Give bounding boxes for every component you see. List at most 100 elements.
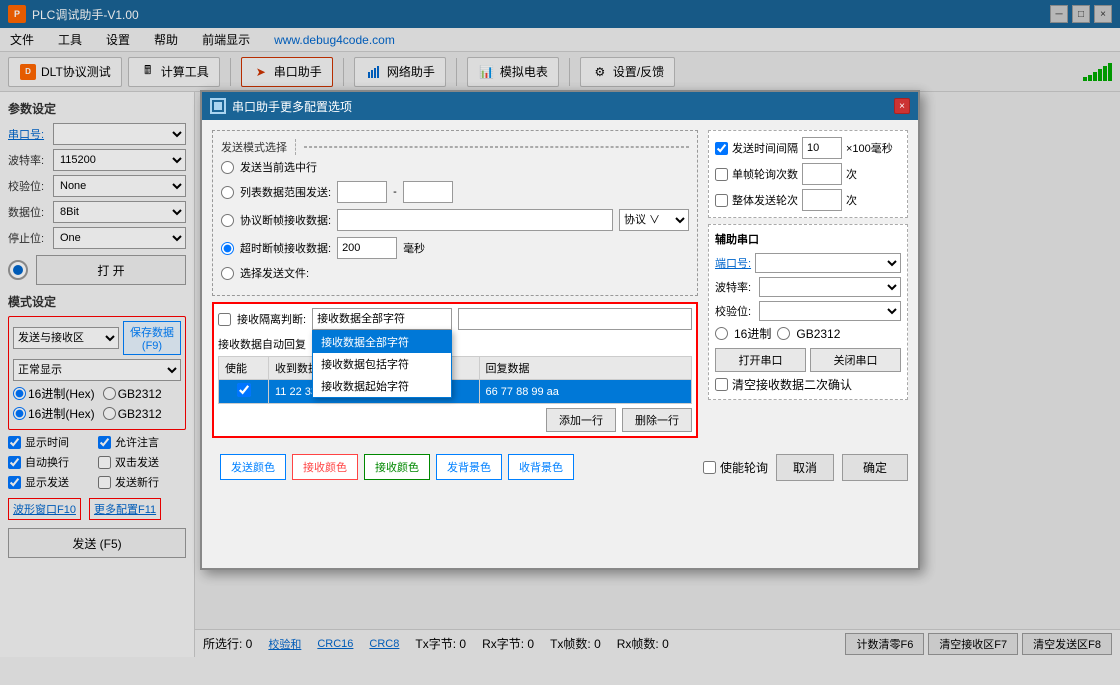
aux-port-section: 辅助串口 端口号: 波特率: 校验位: <box>708 224 908 400</box>
aux-hex-label: 16进制 <box>734 325 771 342</box>
send-opt-3-row: 协议断帧接收数据: 协议 ∨ <box>221 209 689 231</box>
send-interval-section: 发送时间间隔 ×100毫秒 单帧轮询次数 次 整体发送轮次 <box>708 130 908 218</box>
aux-gb-radio[interactable] <box>777 327 790 340</box>
recv-color-button-1[interactable]: 接收颜色 <box>292 454 358 480</box>
aux-baud-select[interactable] <box>759 277 901 297</box>
timeout-unit: 毫秒 <box>403 240 425 256</box>
single-query-row: 单帧轮询次数 次 <box>715 163 901 185</box>
send-opt-2-row: 列表数据范围发送: - <box>221 181 689 203</box>
total-send-row: 整体发送轮次 次 <box>715 189 901 211</box>
modal-title-bar: 串口助手更多配置选项 × <box>202 92 918 120</box>
range-to-input[interactable] <box>403 181 453 203</box>
receive-auto-row: 接收数据自动回复 <box>218 336 692 352</box>
protocol-input[interactable] <box>337 209 613 231</box>
send-mode-panel: 发送模式选择 发送当前选中行 列表数据范围发送: <box>212 130 698 296</box>
single-query-checkbox[interactable] <box>715 168 728 181</box>
recv-color-button-2[interactable]: 接收颜色 <box>364 454 430 480</box>
dropdown-opt-1[interactable]: 接收数据全部字符 <box>313 331 451 353</box>
row-enable-checkbox[interactable] <box>237 383 251 397</box>
send-opt-1-radio[interactable] <box>221 161 234 174</box>
aux-hex-radio[interactable] <box>715 327 728 340</box>
timeout-input[interactable] <box>337 237 397 259</box>
enable-poll-checkbox[interactable] <box>703 461 716 474</box>
modal-title: 串口助手更多配置选项 <box>232 98 352 115</box>
aux-close-button[interactable]: 关闭串口 <box>810 348 901 372</box>
dropdown-opt-3[interactable]: 接收数据起始字符 <box>313 375 451 397</box>
aux-encode-row: 16进制 GB2312 <box>715 325 901 342</box>
total-send-label: 整体发送轮次 <box>732 192 798 208</box>
dropdown-opt-2[interactable]: 接收数据包括字符 <box>313 353 451 375</box>
poll-checkbox-row: 使能轮询 <box>703 459 768 476</box>
interval-value-input[interactable] <box>802 137 842 159</box>
receive-auto-label: 接收数据自动回复 <box>218 336 306 352</box>
del-row-button[interactable]: 删除一行 <box>622 408 692 432</box>
modal-left: 发送模式选择 发送当前选中行 列表数据范围发送: <box>212 130 698 438</box>
modal-body: 发送模式选择 发送当前选中行 列表数据范围发送: <box>202 120 918 498</box>
modal-icon <box>210 98 226 114</box>
send-opt-4-label: 超时断帧接收数据: <box>240 240 331 256</box>
aux-port-select[interactable] <box>755 253 901 273</box>
aux-gb-label: GB2312 <box>796 327 840 341</box>
receive-judge-row: 接收隔离判断: 接收数据全部字符 接收数据包括字符 接收数据起始字符 接收数据全… <box>218 308 692 330</box>
send-mode-label: 发送模式选择 <box>221 139 296 155</box>
aux-baud-row: 波特率: <box>715 277 901 297</box>
send-opt-2-label: 列表数据范围发送: <box>240 184 331 200</box>
add-del-row: 添加一行 删除一行 <box>218 408 692 432</box>
data-table: 使能 收到数据 回复数据 11 22 33 4 <box>218 356 692 404</box>
modal-action-row: 使能轮询 取消 确定 <box>703 454 908 481</box>
td-enable <box>219 380 269 404</box>
send-opt-4-radio[interactable] <box>221 242 234 255</box>
aux-btn-row: 打开串口 关闭串口 <box>715 348 901 372</box>
file-option-row: 选择发送文件: <box>221 265 689 281</box>
aux-parity-select[interactable] <box>759 301 901 321</box>
send-opt-2-radio[interactable] <box>221 186 234 199</box>
send-opt-3-radio[interactable] <box>221 214 234 227</box>
send-opt-1-label: 发送当前选中行 <box>240 159 317 175</box>
single-query-input[interactable] <box>802 163 842 185</box>
modal-footer-area: 发送颜色 接收颜色 接收颜色 发背景色 收背景色 使能轮询 取消 确定 <box>212 446 908 488</box>
file-label: 选择发送文件: <box>240 265 309 281</box>
aux-clear-checkbox[interactable] <box>715 378 728 391</box>
total-send-unit: 次 <box>846 192 857 208</box>
total-send-input[interactable] <box>802 189 842 211</box>
single-query-unit: 次 <box>846 166 857 182</box>
send-color-button[interactable]: 发送颜色 <box>220 454 286 480</box>
receive-judge-checkbox[interactable] <box>218 313 231 326</box>
modal-close-button[interactable]: × <box>894 98 910 114</box>
table-body: 11 22 33 44 55 66 77 88 99 aa <box>219 380 692 404</box>
receive-judge-dropdown-list: 接收数据全部字符 接收数据包括字符 接收数据起始字符 <box>312 330 452 398</box>
protocol-select[interactable]: 协议 ∨ <box>619 209 689 231</box>
aux-port-link[interactable]: 端口号: <box>715 255 751 271</box>
interval-checkbox[interactable] <box>715 142 728 155</box>
receive-judge-input[interactable] <box>458 308 692 330</box>
th-enable: 使能 <box>219 357 269 380</box>
ok-button[interactable]: 确定 <box>842 454 908 481</box>
interval-unit: ×100毫秒 <box>846 140 893 156</box>
color-buttons-row: 发送颜色 接收颜色 接收颜色 发背景色 收背景色 <box>212 446 582 488</box>
range-sep: - <box>393 186 397 198</box>
enable-poll-label: 使能轮询 <box>720 459 768 476</box>
send-opt-3-label: 协议断帧接收数据: <box>240 212 331 228</box>
modal-content: 发送模式选择 发送当前选中行 列表数据范围发送: <box>212 130 908 438</box>
cancel-button[interactable]: 取消 <box>776 454 834 481</box>
receive-judge-dropdown-wrapper: 接收数据全部字符 接收数据包括字符 接收数据起始字符 接收数据全部字符 接收数据… <box>312 308 452 330</box>
total-send-checkbox[interactable] <box>715 194 728 207</box>
send-opt-4-row: 超时断帧接收数据: 毫秒 <box>221 237 689 259</box>
send-bg-button[interactable]: 发背景色 <box>436 454 502 480</box>
aux-baud-label: 波特率: <box>715 279 755 295</box>
interval-row: 发送时间间隔 ×100毫秒 <box>715 137 901 159</box>
receive-judge-label: 接收隔离判断: <box>237 311 306 327</box>
send-mode-divider <box>304 146 689 148</box>
range-from-input[interactable] <box>337 181 387 203</box>
table-row[interactable]: 11 22 33 44 55 66 77 88 99 aa <box>219 380 692 404</box>
table-header-row: 使能 收到数据 回复数据 <box>219 357 692 380</box>
aux-clear-row: 清空接收数据二次确认 <box>715 376 901 393</box>
aux-title: 辅助串口 <box>715 231 901 247</box>
add-row-button[interactable]: 添加一行 <box>546 408 616 432</box>
file-radio[interactable] <box>221 267 234 280</box>
interval-label: 发送时间间隔 <box>732 140 798 156</box>
aux-open-button[interactable]: 打开串口 <box>715 348 806 372</box>
recv-bg-button[interactable]: 收背景色 <box>508 454 574 480</box>
td-reply: 66 77 88 99 aa <box>479 380 692 404</box>
receive-judge-select[interactable]: 接收数据全部字符 接收数据包括字符 接收数据起始字符 <box>312 308 452 330</box>
